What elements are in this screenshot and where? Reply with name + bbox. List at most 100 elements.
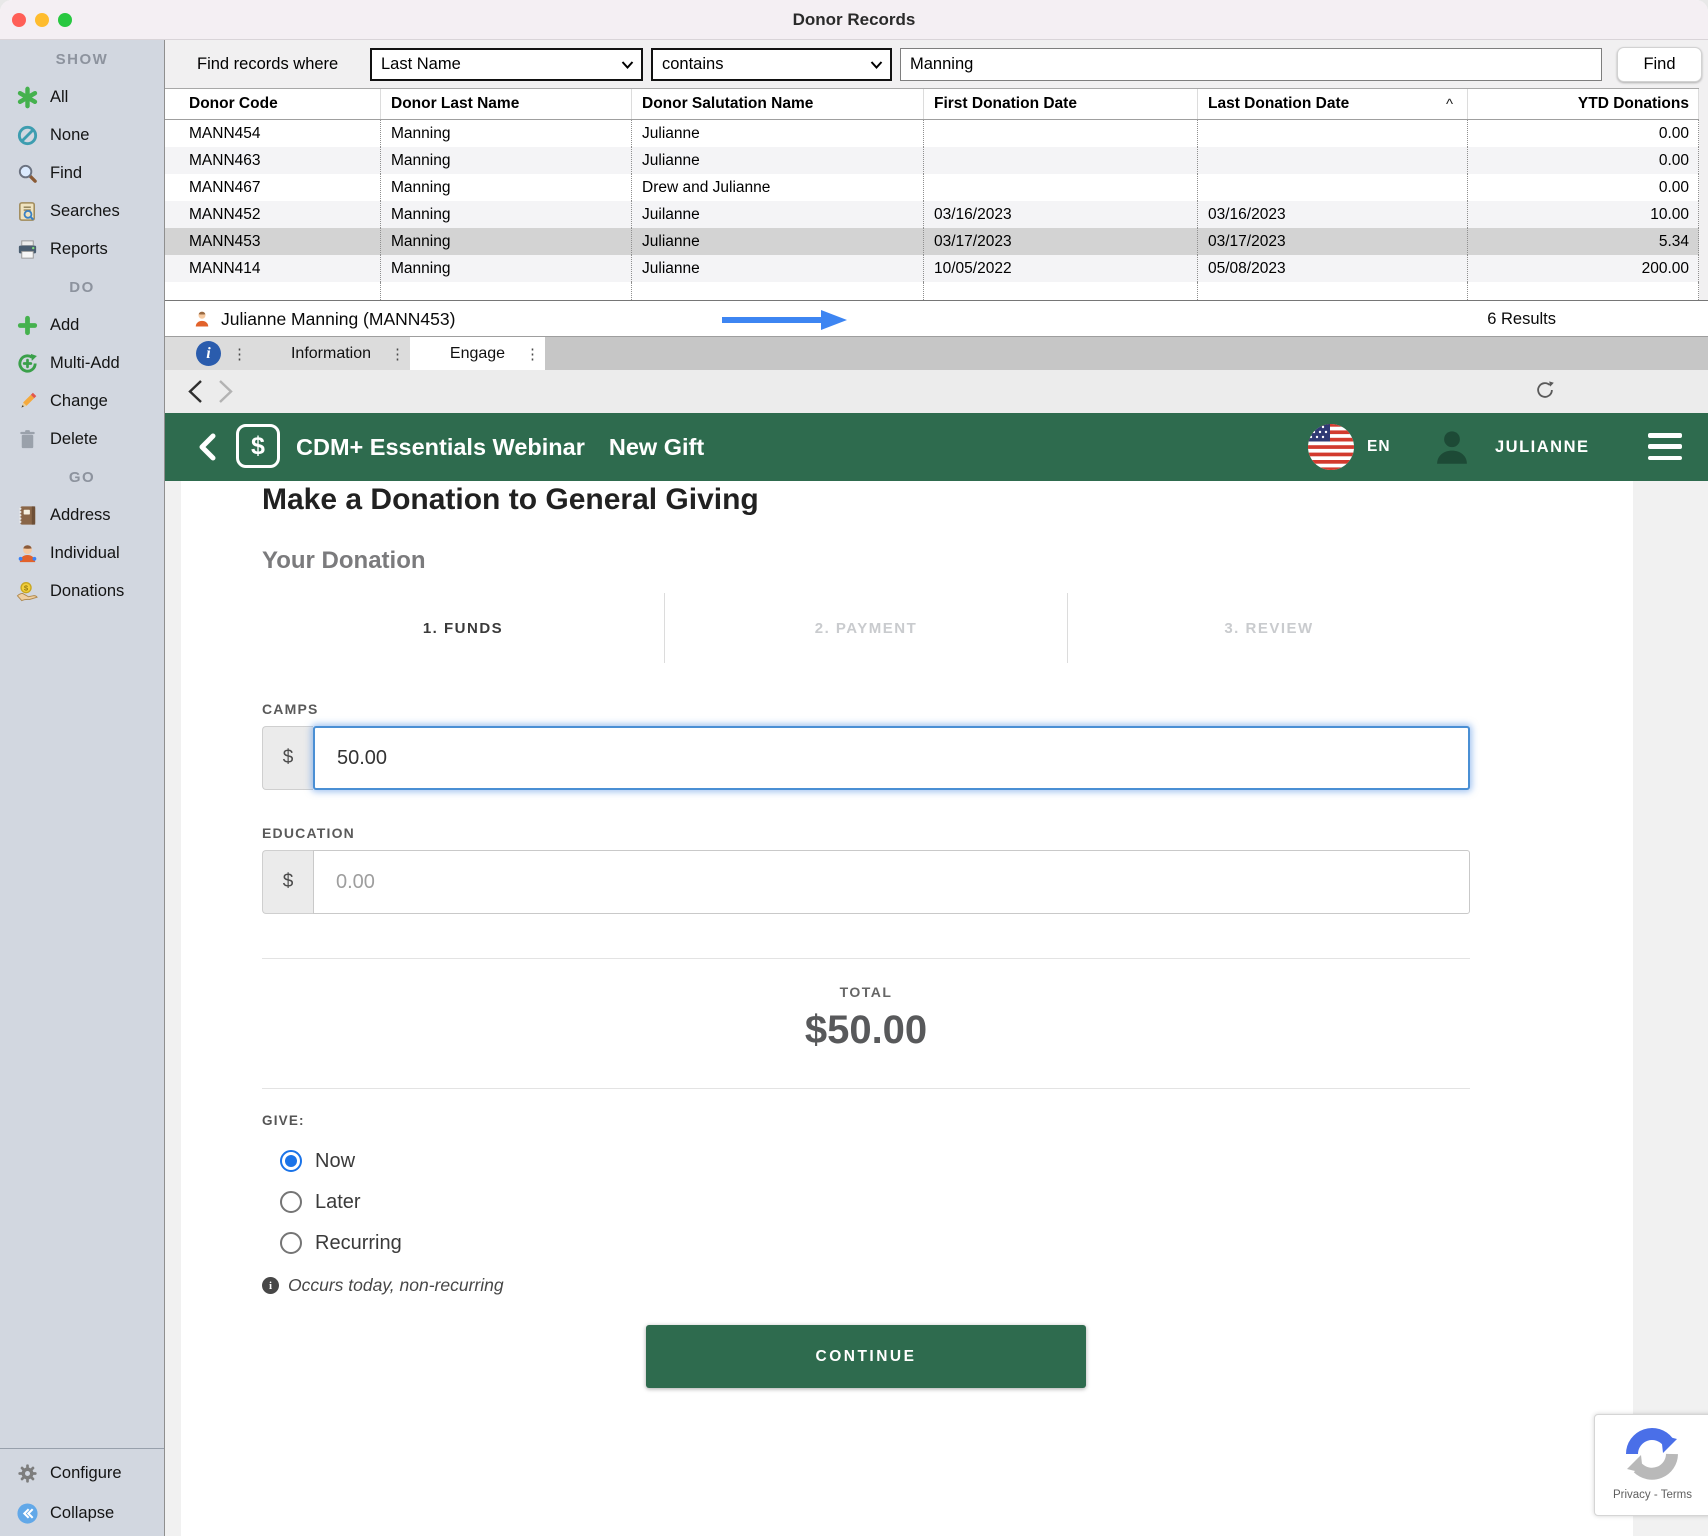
web-app-title: CDM+ Essentials Webinar [296,434,585,461]
sidebar-item-reports[interactable]: Reports [0,230,164,268]
tab-label: Information [291,345,371,363]
web-back-icon[interactable] [198,433,216,461]
sidebar-item-configure[interactable]: Configure [0,1453,164,1493]
donor-records-window: Donor Records SHOWAllNoneFindSearchesRep… [0,0,1708,1536]
cell: 03/16/2023 [924,201,1198,228]
sidebar-item-label: Configure [50,1464,122,1483]
logged-in-user[interactable]: JULIANNE [1495,413,1590,481]
column-header-donor-code[interactable]: Donor Code [165,89,381,119]
give-option-recurring[interactable]: Recurring [280,1229,402,1257]
tab-label: Engage [450,345,505,363]
sidebar-item-searches[interactable]: Searches [0,192,164,230]
record-status-bar: Julianne Manning (MANN453) 6 Results [165,300,1708,336]
us-flag-icon[interactable] [1307,423,1355,471]
column-header-donor-last-name[interactable]: Donor Last Name [381,89,632,119]
sidebar-item-change[interactable]: Change [0,382,164,420]
total-label: TOTAL [262,984,1470,1000]
user-avatar-icon [1431,427,1473,469]
currency-prefix: $ [262,850,313,914]
plus-icon [15,313,39,337]
cell: 03/16/2023 [1198,201,1468,228]
multi-add-icon [15,351,39,375]
cell: Manning [381,147,632,174]
record-info-button[interactable]: i⋮ [165,337,252,370]
give-note: i Occurs today, non-recurring [262,1275,1470,1296]
hamburger-menu-icon[interactable] [1648,433,1682,460]
column-header-label: Donor Code [189,95,278,113]
column-header-ytd-donations[interactable]: YTD Donations [1468,89,1699,119]
cell: MANN414 [165,255,381,282]
tab-options-dots-icon[interactable]: ⋮ [390,345,405,363]
back-arrow-icon[interactable] [187,379,203,404]
sidebar-item-individual[interactable]: Individual [0,534,164,572]
table-row-mann452[interactable]: MANN452ManningJuilanne03/16/202303/16/20… [165,201,1699,228]
tab-options-dots-icon[interactable]: ⋮ [525,345,540,363]
sidebar-item-delete[interactable]: Delete [0,420,164,458]
table-row-mann454[interactable]: MANN454ManningJulianne0.00 [165,120,1699,147]
refresh-icon[interactable] [1534,379,1556,401]
recaptcha-privacy-terms-link[interactable]: Privacy - Terms [1595,1489,1708,1501]
tab-information[interactable]: Information ⋮ [252,337,410,370]
tab-options-dots-icon[interactable]: ⋮ [232,345,247,363]
column-header-first-donation-date[interactable]: First Donation Date [924,89,1198,119]
cell [924,120,1198,147]
sidebar-item-label: Find [50,164,82,183]
column-header-last-donation-date[interactable]: Last Donation Date^ [1198,89,1468,119]
give-option-now[interactable]: Now [280,1147,355,1175]
radio-button[interactable] [280,1191,302,1213]
donation-hand-icon: $ [15,579,39,603]
sidebar-section-label: SHOW [0,40,164,78]
fund-field-education: EDUCATION$ [262,825,1470,914]
give-option-label: Now [315,1150,355,1173]
give-option-label: Later [315,1191,361,1214]
radio-button[interactable] [280,1232,302,1254]
sidebar-section-label: GO [0,458,164,496]
forward-arrow-icon[interactable] [218,379,234,404]
cell: MANN454 [165,120,381,147]
column-header-label: Donor Last Name [391,95,519,113]
giving-dollar-icon: $ [236,424,280,468]
address-book-icon [15,503,39,527]
sidebar-item-collapse[interactable]: Collapse [0,1493,164,1533]
sidebar-item-add[interactable]: Add [0,306,164,344]
cell: 0.00 [1468,120,1699,147]
column-header-donor-salutation-name[interactable]: Donor Salutation Name [632,89,924,119]
field-dropdown[interactable]: Last Name [370,48,643,81]
tab-engage[interactable]: Engage ⋮ [410,337,545,370]
continue-button[interactable]: CONTINUE [646,1325,1086,1388]
cell: MANN467 [165,174,381,201]
operator-dropdown[interactable]: contains [651,48,892,81]
sidebar-item-all[interactable]: All [0,78,164,116]
fund-amount-row: $ [262,850,1470,914]
sidebar-item-multi-add[interactable]: Multi-Add [0,344,164,382]
search-input[interactable] [900,48,1602,81]
collapse-icon [15,1501,39,1525]
table-row-mann453[interactable]: MANN453ManningJulianne03/17/202303/17/20… [165,228,1699,255]
fund-amount-input-camps[interactable] [313,726,1470,790]
cell: Juilanne [632,201,924,228]
table-row-mann467[interactable]: MANN467ManningDrew and Julianne0.00 [165,174,1699,201]
results-count: 6 Results [1487,301,1556,337]
wizard-step-review: 3. REVIEW [1067,593,1470,663]
table-row-mann414[interactable]: MANN414ManningJulianne10/05/202205/08/20… [165,255,1699,282]
sidebar-item-address[interactable]: Address [0,496,164,534]
empty-cell [1468,282,1699,300]
wizard-step-payment: 2. PAYMENT [664,593,1067,663]
radio-button[interactable] [280,1150,302,1172]
sidebar-item-label: All [50,88,68,107]
divider [262,958,1470,959]
empty-cell [165,282,381,300]
cell [1198,147,1468,174]
cell: Manning [381,120,632,147]
chevron-down-icon [870,55,883,74]
sidebar-item-donations[interactable]: $Donations [0,572,164,610]
language-label[interactable]: EN [1367,413,1391,481]
sidebar-item-none[interactable]: None [0,116,164,154]
find-button[interactable]: Find [1617,47,1702,82]
table-row-mann463[interactable]: MANN463ManningJulianne0.00 [165,147,1699,174]
give-option-later[interactable]: Later [280,1188,361,1216]
cell: Julianne [632,147,924,174]
sidebar-item-label: None [50,126,89,145]
fund-amount-input-education[interactable] [313,850,1470,914]
sidebar-item-find[interactable]: Find [0,154,164,192]
